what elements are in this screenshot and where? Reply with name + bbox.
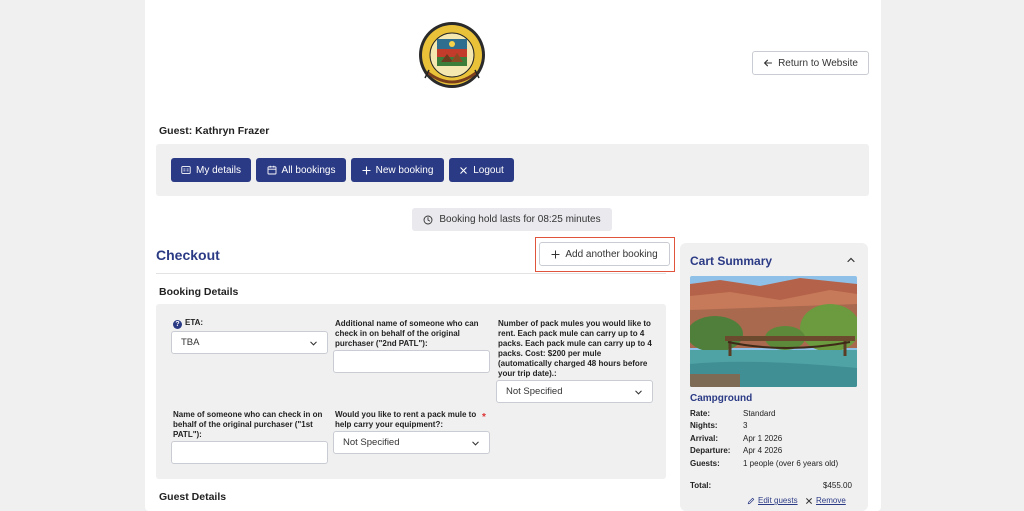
booking-hold-text: Booking hold lasts for 08:25 minutes bbox=[439, 214, 601, 225]
eta-value: TBA bbox=[181, 337, 200, 348]
chevron-up-icon[interactable] bbox=[846, 255, 856, 265]
add-another-booking-button[interactable]: Add another booking bbox=[539, 242, 670, 266]
edit-guests-label: Edit guests bbox=[758, 496, 798, 505]
eta-label: ETA: bbox=[185, 318, 204, 327]
cart-guests-value: 1 people (over 6 years old) bbox=[743, 459, 839, 468]
my-details-button[interactable]: My details bbox=[171, 158, 251, 182]
mules-count-value: Not Specified bbox=[506, 386, 563, 397]
guest-name: Guest: Kathryn Frazer bbox=[159, 125, 270, 137]
first-patl-input[interactable] bbox=[171, 441, 328, 464]
tribe-seal-logo bbox=[417, 20, 487, 90]
cart-summary-panel: Cart Summary Campground Rate: Standard N… bbox=[680, 243, 868, 511]
plus-icon bbox=[551, 249, 560, 259]
required-marker: * bbox=[482, 412, 486, 423]
return-label: Return to Website bbox=[778, 57, 858, 69]
calendar-icon bbox=[267, 165, 276, 175]
plus-icon bbox=[361, 165, 371, 175]
remove-label: Remove bbox=[816, 496, 846, 505]
cart-total-key: Total: bbox=[690, 481, 712, 490]
add-another-label: Add another booking bbox=[565, 248, 658, 260]
my-details-label: My details bbox=[195, 164, 241, 176]
return-to-website-button[interactable]: Return to Website bbox=[752, 51, 869, 75]
close-icon bbox=[806, 497, 812, 504]
booking-page: Return to Website Guest: Kathryn Frazer … bbox=[145, 0, 881, 511]
cart-departure-key: Departure: bbox=[690, 446, 731, 455]
remove-link[interactable]: Remove bbox=[805, 496, 846, 505]
chevron-down-icon bbox=[635, 390, 642, 395]
cart-rate-value: Standard bbox=[743, 409, 776, 418]
pencil-icon bbox=[747, 497, 755, 504]
logout-button[interactable]: Logout bbox=[449, 158, 514, 182]
booking-details-form: ? ETA: TBA Additional name of someone who… bbox=[156, 304, 666, 479]
cart-arrival-value: Apr 1 2026 bbox=[743, 434, 783, 443]
booking-hold-timer: Booking hold lasts for 08:25 minutes bbox=[412, 208, 612, 231]
cart-arrival-key: Arrival: bbox=[690, 434, 719, 443]
logout-label: Logout bbox=[473, 164, 504, 176]
rent-mule-select[interactable]: Not Specified bbox=[333, 431, 490, 454]
divider bbox=[156, 273, 666, 274]
mules-count-label: Number of pack mules you would like to r… bbox=[498, 319, 652, 378]
chevron-down-icon bbox=[472, 441, 479, 446]
rent-mule-label: Would you like to rent a pack mule to he… bbox=[335, 410, 477, 429]
eta-select[interactable]: TBA bbox=[171, 331, 328, 354]
cart-nights-key: Nights: bbox=[690, 421, 718, 430]
cart-departure-value: Apr 4 2026 bbox=[743, 446, 783, 455]
all-bookings-label: All bookings bbox=[281, 164, 336, 176]
all-bookings-button[interactable]: All bookings bbox=[256, 158, 346, 182]
new-booking-label: New booking bbox=[375, 164, 434, 176]
account-nav: My details All bookings New booking Logo… bbox=[156, 144, 869, 196]
first-patl-label: Name of someone who can check in on beha… bbox=[173, 410, 323, 439]
arrow-left-icon bbox=[763, 59, 773, 67]
id-card-icon bbox=[181, 166, 191, 174]
chevron-down-icon bbox=[310, 341, 317, 346]
eta-label-row: ? ETA: bbox=[173, 318, 203, 329]
second-patl-input[interactable] bbox=[333, 350, 490, 373]
clock-icon bbox=[423, 215, 433, 224]
cart-total-value: $455.00 bbox=[823, 481, 852, 490]
cart-item-name: Campground bbox=[690, 393, 753, 404]
guest-details-title: Guest Details bbox=[159, 491, 227, 503]
cart-summary-title: Cart Summary bbox=[690, 254, 773, 268]
close-icon bbox=[460, 166, 467, 174]
rent-mule-value: Not Specified bbox=[343, 437, 400, 448]
cart-guests-key: Guests: bbox=[690, 459, 720, 468]
cart-rate-key: Rate: bbox=[690, 409, 711, 418]
new-booking-button[interactable]: New booking bbox=[351, 158, 444, 182]
cart-nights-value: 3 bbox=[743, 421, 748, 430]
second-patl-label: Additional name of someone who can check… bbox=[335, 319, 479, 348]
campground-photo bbox=[690, 276, 857, 387]
booking-details-title: Booking Details bbox=[159, 286, 239, 298]
checkout-title: Checkout bbox=[156, 247, 220, 263]
question-icon[interactable]: ? bbox=[173, 320, 182, 329]
mules-count-select[interactable]: Not Specified bbox=[496, 380, 653, 403]
add-another-highlight: Add another booking bbox=[535, 237, 675, 272]
edit-guests-link[interactable]: Edit guests bbox=[747, 496, 798, 505]
